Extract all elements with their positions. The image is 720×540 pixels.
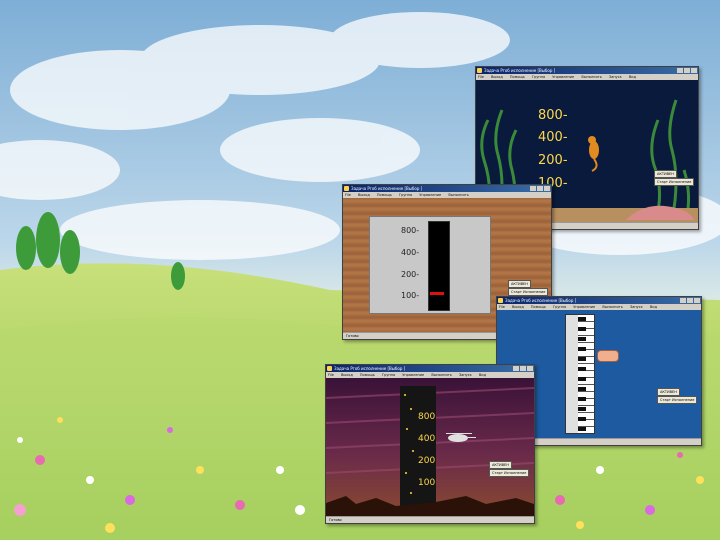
menu-item[interactable]: Группа [399,193,412,197]
scale-label: 400 [418,434,436,444]
window-title: Задача Ргоб исполнение [Выбор ] [351,186,423,191]
scale-label: 200- [401,270,420,279]
close-button[interactable] [694,298,700,303]
minimize-button[interactable] [513,366,519,371]
seahorse-icon [588,136,599,172]
start-button[interactable]: Старт Исполнение [489,469,530,477]
status-bar: Готово [326,516,534,523]
app-icon [327,366,332,371]
menu-item[interactable]: Помощь [531,305,546,309]
scale-label: 400- [538,130,568,145]
start-button[interactable]: Старт Исполнение [657,396,698,404]
piano-keyboard [565,314,595,434]
active-button[interactable]: АКТИВЕН [654,170,677,178]
piano-black-keys [578,317,586,431]
menu-item[interactable]: Выход [341,373,353,377]
window-titlebar[interactable]: Задача Ргоб исполнение [Выбор ] [343,185,551,192]
menu-item[interactable]: File [345,193,351,197]
active-button[interactable]: АКТИВЕН [657,388,680,396]
minimize-button[interactable] [677,68,683,73]
menu-item[interactable]: Запуск [630,305,643,309]
menu-item[interactable]: Выход [491,75,503,79]
tower-scene: 800 400 200 100 АКТИВЕН Старт Исполнение [326,378,534,517]
menu-item[interactable]: Запуск [459,373,472,377]
menu-item[interactable]: Вид [650,305,657,309]
menu-item[interactable]: Вид [479,373,486,377]
scale-label: 800- [401,226,420,235]
menu-item[interactable]: Помощь [510,75,525,79]
menu-item[interactable]: Группа [553,305,566,309]
window-titlebar[interactable]: Задача Ргоб исполнение [Выбор ] [326,365,534,372]
menu-item[interactable]: Выход [358,193,370,197]
close-button[interactable] [527,366,533,371]
close-button[interactable] [691,68,697,73]
menu-item[interactable]: Выход [512,305,524,309]
gauge-panel [369,216,491,314]
sunset-scene [326,386,534,517]
menu-item[interactable]: Выполнить [602,305,623,309]
window-title: Задача Ргоб исполнение [Выбор ] [484,68,556,73]
app-icon [477,68,482,73]
tower-window[interactable]: Задача Ргоб исполнение [Выбор ] File Вых… [325,364,535,524]
scale-label: 800- [538,108,568,123]
app-icon [344,186,349,191]
active-button[interactable]: АКТИВЕН [489,461,512,469]
menu-item[interactable]: Группа [382,373,395,377]
menu-item[interactable]: Управление [419,193,441,197]
menu-item[interactable]: Управление [552,75,574,79]
menu-item[interactable]: File [499,305,505,309]
menu-item[interactable]: Группа [532,75,545,79]
window-title: Задача Ргоб исполнение [Выбор ] [334,366,406,371]
menu-item[interactable]: Помощь [360,373,375,377]
menu-item[interactable]: Запуск [609,75,622,79]
scale-label: 800 [418,412,436,422]
scale-label: 100 [418,478,436,488]
start-button[interactable]: Старт Исполнение [654,178,695,186]
window-title: Задача Ргоб исполнение [Выбор ] [505,298,577,303]
menu-item[interactable]: Управление [573,305,595,309]
menu-item[interactable]: Выполнить [431,373,452,377]
scale-label: 200- [538,153,568,168]
maximize-button[interactable] [684,68,690,73]
gauge-marker [430,292,444,295]
maximize-button[interactable] [537,186,543,191]
menu-item[interactable]: Вид [629,75,636,79]
pointing-hand-icon [597,350,619,362]
minimize-button[interactable] [680,298,686,303]
minimize-button[interactable] [530,186,536,191]
menu-item[interactable]: File [328,373,334,377]
window-titlebar[interactable]: Задача Ргоб исполнение [Выбор ] [476,67,698,74]
app-icon [498,298,503,303]
active-button[interactable]: АКТИВЕН [508,280,531,288]
scale-label: 400- [401,248,420,257]
menu-item[interactable]: Управление [402,373,424,377]
scale-label: 200 [418,456,436,466]
menu-item[interactable]: File [478,75,484,79]
menu-item[interactable]: Помощь [377,193,392,197]
maximize-button[interactable] [687,298,693,303]
start-button[interactable]: Старт Исполнение [508,288,549,296]
gauge-tube [428,221,450,311]
menu-item[interactable]: Выполнить [448,193,469,197]
maximize-button[interactable] [520,366,526,371]
menu-item[interactable]: Выполнить [581,75,602,79]
close-button[interactable] [544,186,550,191]
window-titlebar[interactable]: Задача Ргоб исполнение [Выбор ] [497,297,701,304]
scale-label: 100- [401,291,420,300]
